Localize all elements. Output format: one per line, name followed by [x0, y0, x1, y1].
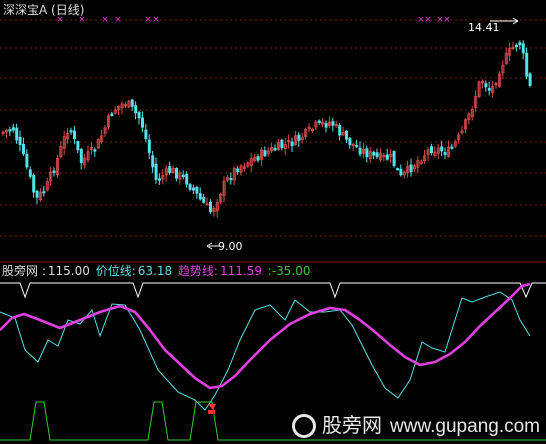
candle-body: [18, 136, 22, 146]
candle-body: [443, 152, 447, 155]
candle-body: [69, 130, 73, 133]
candle-body: [11, 127, 15, 131]
candle-body: [42, 191, 46, 194]
watermark: 股旁网 www.gupang.com: [292, 409, 540, 438]
candle-body: [297, 134, 301, 141]
candle-body: [229, 177, 233, 181]
candle-body: [32, 174, 36, 193]
candle-body: [154, 163, 158, 180]
candle-body: [168, 166, 172, 173]
candle-body: [392, 150, 396, 166]
candle-body: [331, 121, 335, 126]
candle-body: [344, 130, 348, 140]
candle-body: [28, 169, 32, 177]
candle-body: [528, 73, 532, 86]
watermark-brand: 股旁网: [322, 412, 383, 437]
candle-body: [208, 201, 212, 213]
candle-body: [73, 130, 77, 140]
candle-body: [515, 44, 519, 48]
candle-body: [188, 184, 192, 190]
candle-body: [521, 43, 525, 54]
candle-body: [338, 125, 342, 136]
candle-body: [429, 146, 433, 153]
buy-arrow-icon: [208, 404, 216, 410]
buy-arrow-stem-icon: [208, 410, 215, 414]
low-price-label: 9.00: [218, 240, 243, 253]
candle-body: [110, 113, 114, 116]
trend-line-value: 111.59: [219, 264, 262, 278]
x-marker: ×: [443, 15, 451, 25]
candle-body: [236, 168, 240, 173]
high-price-label: 14.41: [468, 21, 500, 34]
candle-body: [273, 148, 277, 151]
candle-body: [409, 164, 413, 173]
candle-body: [198, 193, 202, 200]
price-annotations: 14.41 9.00: [206, 17, 519, 253]
candle-body: [25, 153, 29, 168]
candle-body: [21, 143, 25, 155]
candle-body: [290, 141, 294, 147]
x-marker: ×: [144, 15, 152, 25]
candle-body: [185, 173, 189, 185]
candle-body: [174, 168, 178, 179]
trend-line-label: 趋势线:: [177, 264, 218, 278]
candlesticks: [1, 40, 532, 218]
candle-body: [484, 83, 488, 88]
candle-body: [134, 105, 138, 114]
x-marker: ×: [152, 15, 160, 25]
candle-body: [440, 146, 444, 152]
indicator-header: 股旁网 :115.00 价位线: 63.18 趋势线: 111.59 :-35.00: [2, 262, 313, 279]
candle-body: [195, 186, 199, 194]
price-line: [0, 291, 531, 411]
candle-body: [385, 154, 389, 160]
candle-body: [191, 187, 195, 191]
candle-body: [35, 190, 39, 198]
price-line-label: 价位线:: [95, 264, 136, 278]
extra-value: :-35.00: [267, 264, 311, 278]
candle-body: [151, 155, 155, 168]
indicator-name: 股旁网 :: [2, 264, 46, 278]
candle-body: [280, 139, 284, 149]
candle-body: [144, 129, 148, 140]
candle-body: [79, 149, 83, 164]
candle-body: [263, 150, 267, 157]
candle-body: [8, 129, 12, 132]
candle-body: [324, 122, 328, 128]
candle-body: [181, 174, 185, 178]
candle-body: [157, 178, 161, 181]
signal-top-line: [0, 282, 546, 299]
candle-body: [358, 147, 362, 155]
candle-body: [525, 52, 529, 77]
x-marker: ×: [424, 15, 432, 25]
candle-body: [147, 139, 151, 154]
candle-body: [365, 148, 369, 158]
candle-body: [52, 170, 56, 173]
candle-body: [395, 168, 399, 171]
candle-body: [518, 42, 522, 46]
candle-body: [450, 146, 454, 149]
watermark-logo-icon: [292, 414, 317, 438]
candle-body: [202, 196, 206, 203]
candle-body: [399, 168, 403, 176]
price-line-value: 63.18: [137, 264, 173, 278]
candle-body: [348, 137, 352, 146]
candle-body: [487, 87, 491, 91]
x-marker: ×: [101, 15, 109, 25]
indicator-name-value: 115.00: [47, 264, 90, 278]
watermark-site: www.gupang.com: [390, 415, 540, 437]
candle-body: [375, 152, 379, 158]
window-title: 深深宝A (日线): [3, 3, 85, 17]
candle-body: [355, 145, 359, 148]
candle-body: [256, 156, 260, 161]
candle-body: [76, 141, 80, 151]
candle-body: [372, 151, 376, 156]
candle-body: [317, 120, 321, 123]
candle-body: [130, 99, 134, 107]
chart-canvas[interactable]: × × × × × × × × × × 14.41 9.00: [0, 0, 546, 444]
candle-body: [15, 127, 19, 141]
x-marker: ×: [114, 15, 122, 25]
candle-body: [140, 117, 144, 128]
candle-body: [93, 149, 97, 152]
candle-body: [137, 112, 141, 119]
